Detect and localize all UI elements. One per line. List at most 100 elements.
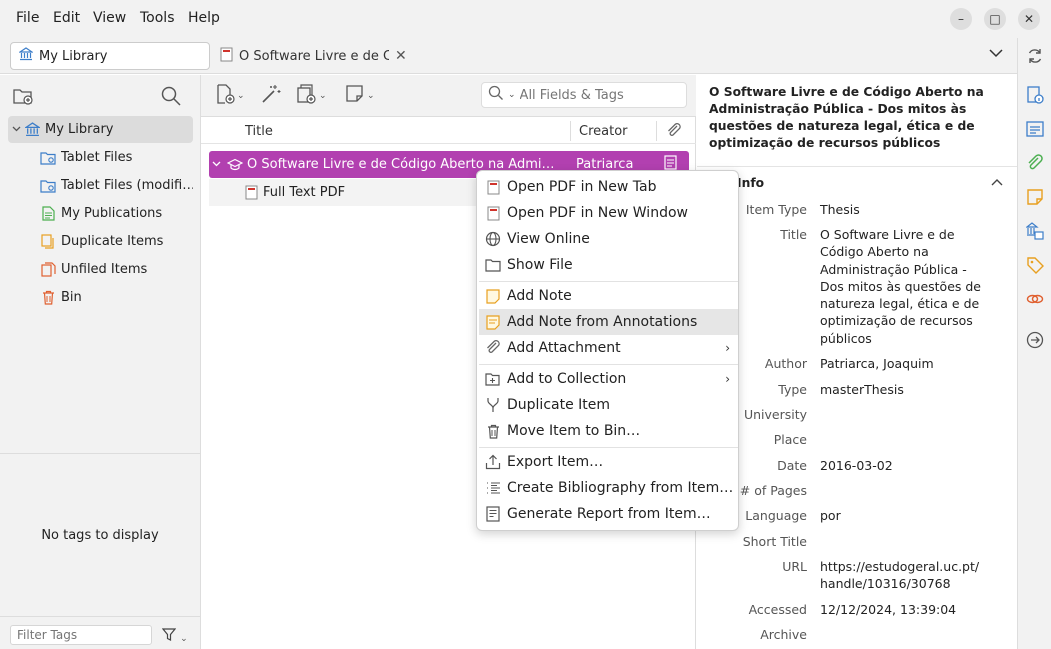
- add-by-identifier-button[interactable]: [261, 85, 281, 107]
- divider: [0, 616, 200, 617]
- close-window-button[interactable]: ✕: [1018, 8, 1040, 30]
- menu-open-pdf-new-window[interactable]: Open PDF in New Window: [479, 200, 738, 226]
- chevron-down-icon[interactable]: ⌄: [508, 90, 516, 100]
- menu-add-to-collection[interactable]: Add to Collection ›: [479, 366, 738, 392]
- tab-close-icon[interactable]: ✕: [395, 48, 407, 64]
- search-box[interactable]: ⌄: [481, 82, 687, 108]
- menu-create-bibliography[interactable]: Create Bibliography from Item…: [479, 475, 738, 501]
- collection-bin[interactable]: Bin: [8, 284, 193, 311]
- collection-tablet-files-modified[interactable]: Tablet Files (modifi…: [8, 172, 193, 199]
- tab-item-pdf[interactable]: O Software Livre e de Código ✕: [220, 42, 410, 70]
- column-title[interactable]: Title: [245, 124, 273, 139]
- chevron-down-icon[interactable]: [8, 125, 24, 135]
- menu-add-note[interactable]: Add Note: [479, 283, 738, 309]
- field-label-language: Language: [745, 508, 807, 523]
- note-annotations-icon: [484, 313, 502, 331]
- search-icon[interactable]: [488, 85, 504, 105]
- maximize-button[interactable]: □: [984, 8, 1006, 30]
- info-section-heading[interactable]: Info: [737, 176, 764, 190]
- collection-tablet-files[interactable]: Tablet Files: [8, 144, 193, 171]
- folder-tablet-icon: [40, 150, 56, 166]
- collection-duplicate-items[interactable]: Duplicate Items: [8, 228, 193, 255]
- menu-generate-report[interactable]: Generate Report from Item…: [479, 501, 738, 527]
- menu-item-label: Create Bibliography from Item…: [507, 480, 734, 496]
- attachments-section-icon[interactable]: [1026, 154, 1044, 172]
- paperclip-icon[interactable]: [666, 123, 682, 143]
- column-creator[interactable]: Creator: [579, 124, 628, 139]
- collection-label: Tablet Files: [61, 150, 133, 165]
- submenu-arrow-icon: ›: [725, 341, 730, 355]
- search-input[interactable]: [519, 87, 680, 103]
- maximize-icon: □: [989, 12, 1001, 26]
- column-divider[interactable]: [656, 121, 657, 141]
- chevron-up-icon[interactable]: [991, 176, 1003, 189]
- new-item-button[interactable]: ⌄: [215, 84, 245, 107]
- collection-my-publications[interactable]: My Publications: [8, 200, 193, 227]
- menu-duplicate-item[interactable]: Duplicate Item: [479, 392, 738, 418]
- trash-icon: [40, 290, 56, 306]
- field-value-item-type[interactable]: Thesis: [820, 201, 990, 218]
- menu-edit[interactable]: Edit: [53, 10, 80, 26]
- new-note-button[interactable]: ⌄: [345, 85, 375, 107]
- tags-section-icon[interactable]: [1026, 256, 1044, 274]
- tab-my-library[interactable]: My Library: [10, 42, 210, 70]
- export-icon: [484, 453, 502, 471]
- related-section-icon[interactable]: [1026, 290, 1044, 308]
- field-value-author[interactable]: Patriarca, Joaquim: [820, 355, 990, 372]
- filter-tags-input[interactable]: [10, 625, 152, 645]
- menu-move-to-bin[interactable]: Move Item to Bin…: [479, 418, 738, 444]
- item-context-menu: Open PDF in New Tab Open PDF in New Wind…: [476, 170, 739, 531]
- item-pane-title[interactable]: O Software Livre e de Código Aberto na A…: [709, 84, 994, 152]
- menu-add-attachment[interactable]: Add Attachment ›: [479, 335, 738, 361]
- menu-separator: [479, 281, 738, 282]
- new-collection-item-button[interactable]: ⌄: [297, 84, 327, 107]
- tab-bar: My Library O Software Livre e de Código …: [0, 38, 1017, 74]
- field-value-type[interactable]: masterThesis: [820, 381, 990, 398]
- collection-unfiled-items[interactable]: Unfiled Items: [8, 256, 193, 283]
- field-label-place: Place: [773, 432, 807, 447]
- field-label-pages: # of Pages: [739, 483, 807, 498]
- collection-label: My Library: [45, 122, 114, 137]
- chevron-down-icon[interactable]: [209, 160, 223, 170]
- magic-wand-icon: [261, 84, 281, 108]
- field-label-archive: Archive: [760, 627, 807, 642]
- menu-help[interactable]: Help: [188, 10, 220, 26]
- menu-file[interactable]: File: [16, 10, 39, 26]
- locate-icon[interactable]: [1026, 331, 1044, 349]
- collection-my-library[interactable]: My Library: [8, 116, 193, 143]
- menu-tools[interactable]: Tools: [140, 10, 175, 26]
- menu-export-item[interactable]: Export Item…: [479, 449, 738, 475]
- field-value-accessed[interactable]: 12/12/2024, 13:39:04: [820, 601, 990, 618]
- menu-separator: [479, 364, 738, 365]
- menu-add-note-from-annotations[interactable]: Add Note from Annotations: [479, 309, 738, 335]
- libraries-collections-icon[interactable]: [1025, 222, 1044, 240]
- close-icon: ✕: [1023, 12, 1035, 26]
- notes-section-icon[interactable]: [1026, 188, 1044, 206]
- tag-filter-menu-button[interactable]: ⌄: [161, 628, 188, 645]
- field-value-title[interactable]: O Software Livre e de Código Aberto na A…: [820, 226, 990, 347]
- items-toolbar: ⌄ ⌄ ⌄ ⌄: [201, 75, 696, 117]
- search-icon[interactable]: [160, 85, 182, 107]
- info-section-icon[interactable]: [1026, 86, 1044, 104]
- field-value-language[interactable]: por: [820, 507, 990, 524]
- pdf-icon: [484, 178, 502, 196]
- menu-view[interactable]: View: [93, 10, 126, 26]
- menu-item-label: Add Note from Annotations: [507, 314, 698, 330]
- field-label-author: Author: [764, 356, 807, 371]
- globe-icon: [484, 230, 502, 248]
- tab-item-label: O Software Livre e de Código: [239, 48, 389, 64]
- new-collection-icon[interactable]: [12, 85, 34, 107]
- field-value-date[interactable]: 2016-03-02: [820, 457, 990, 474]
- report-icon: [484, 505, 502, 523]
- minimize-button[interactable]: –: [950, 8, 972, 30]
- field-value-url[interactable]: https://estudogeral.uc.pt/handle/10316/3…: [820, 558, 980, 593]
- column-divider[interactable]: [570, 121, 571, 141]
- collection-label: Bin: [61, 290, 82, 305]
- menu-view-online[interactable]: View Online: [479, 226, 738, 252]
- tabs-chevron-down-icon[interactable]: [988, 46, 1004, 62]
- item-pane: O Software Livre e de Código Aberto na A…: [697, 75, 1017, 649]
- sync-icon[interactable]: [1026, 47, 1044, 65]
- abstract-section-icon[interactable]: [1026, 120, 1044, 138]
- menu-open-pdf-new-tab[interactable]: Open PDF in New Tab: [479, 174, 738, 200]
- menu-show-file[interactable]: Show File: [479, 252, 738, 278]
